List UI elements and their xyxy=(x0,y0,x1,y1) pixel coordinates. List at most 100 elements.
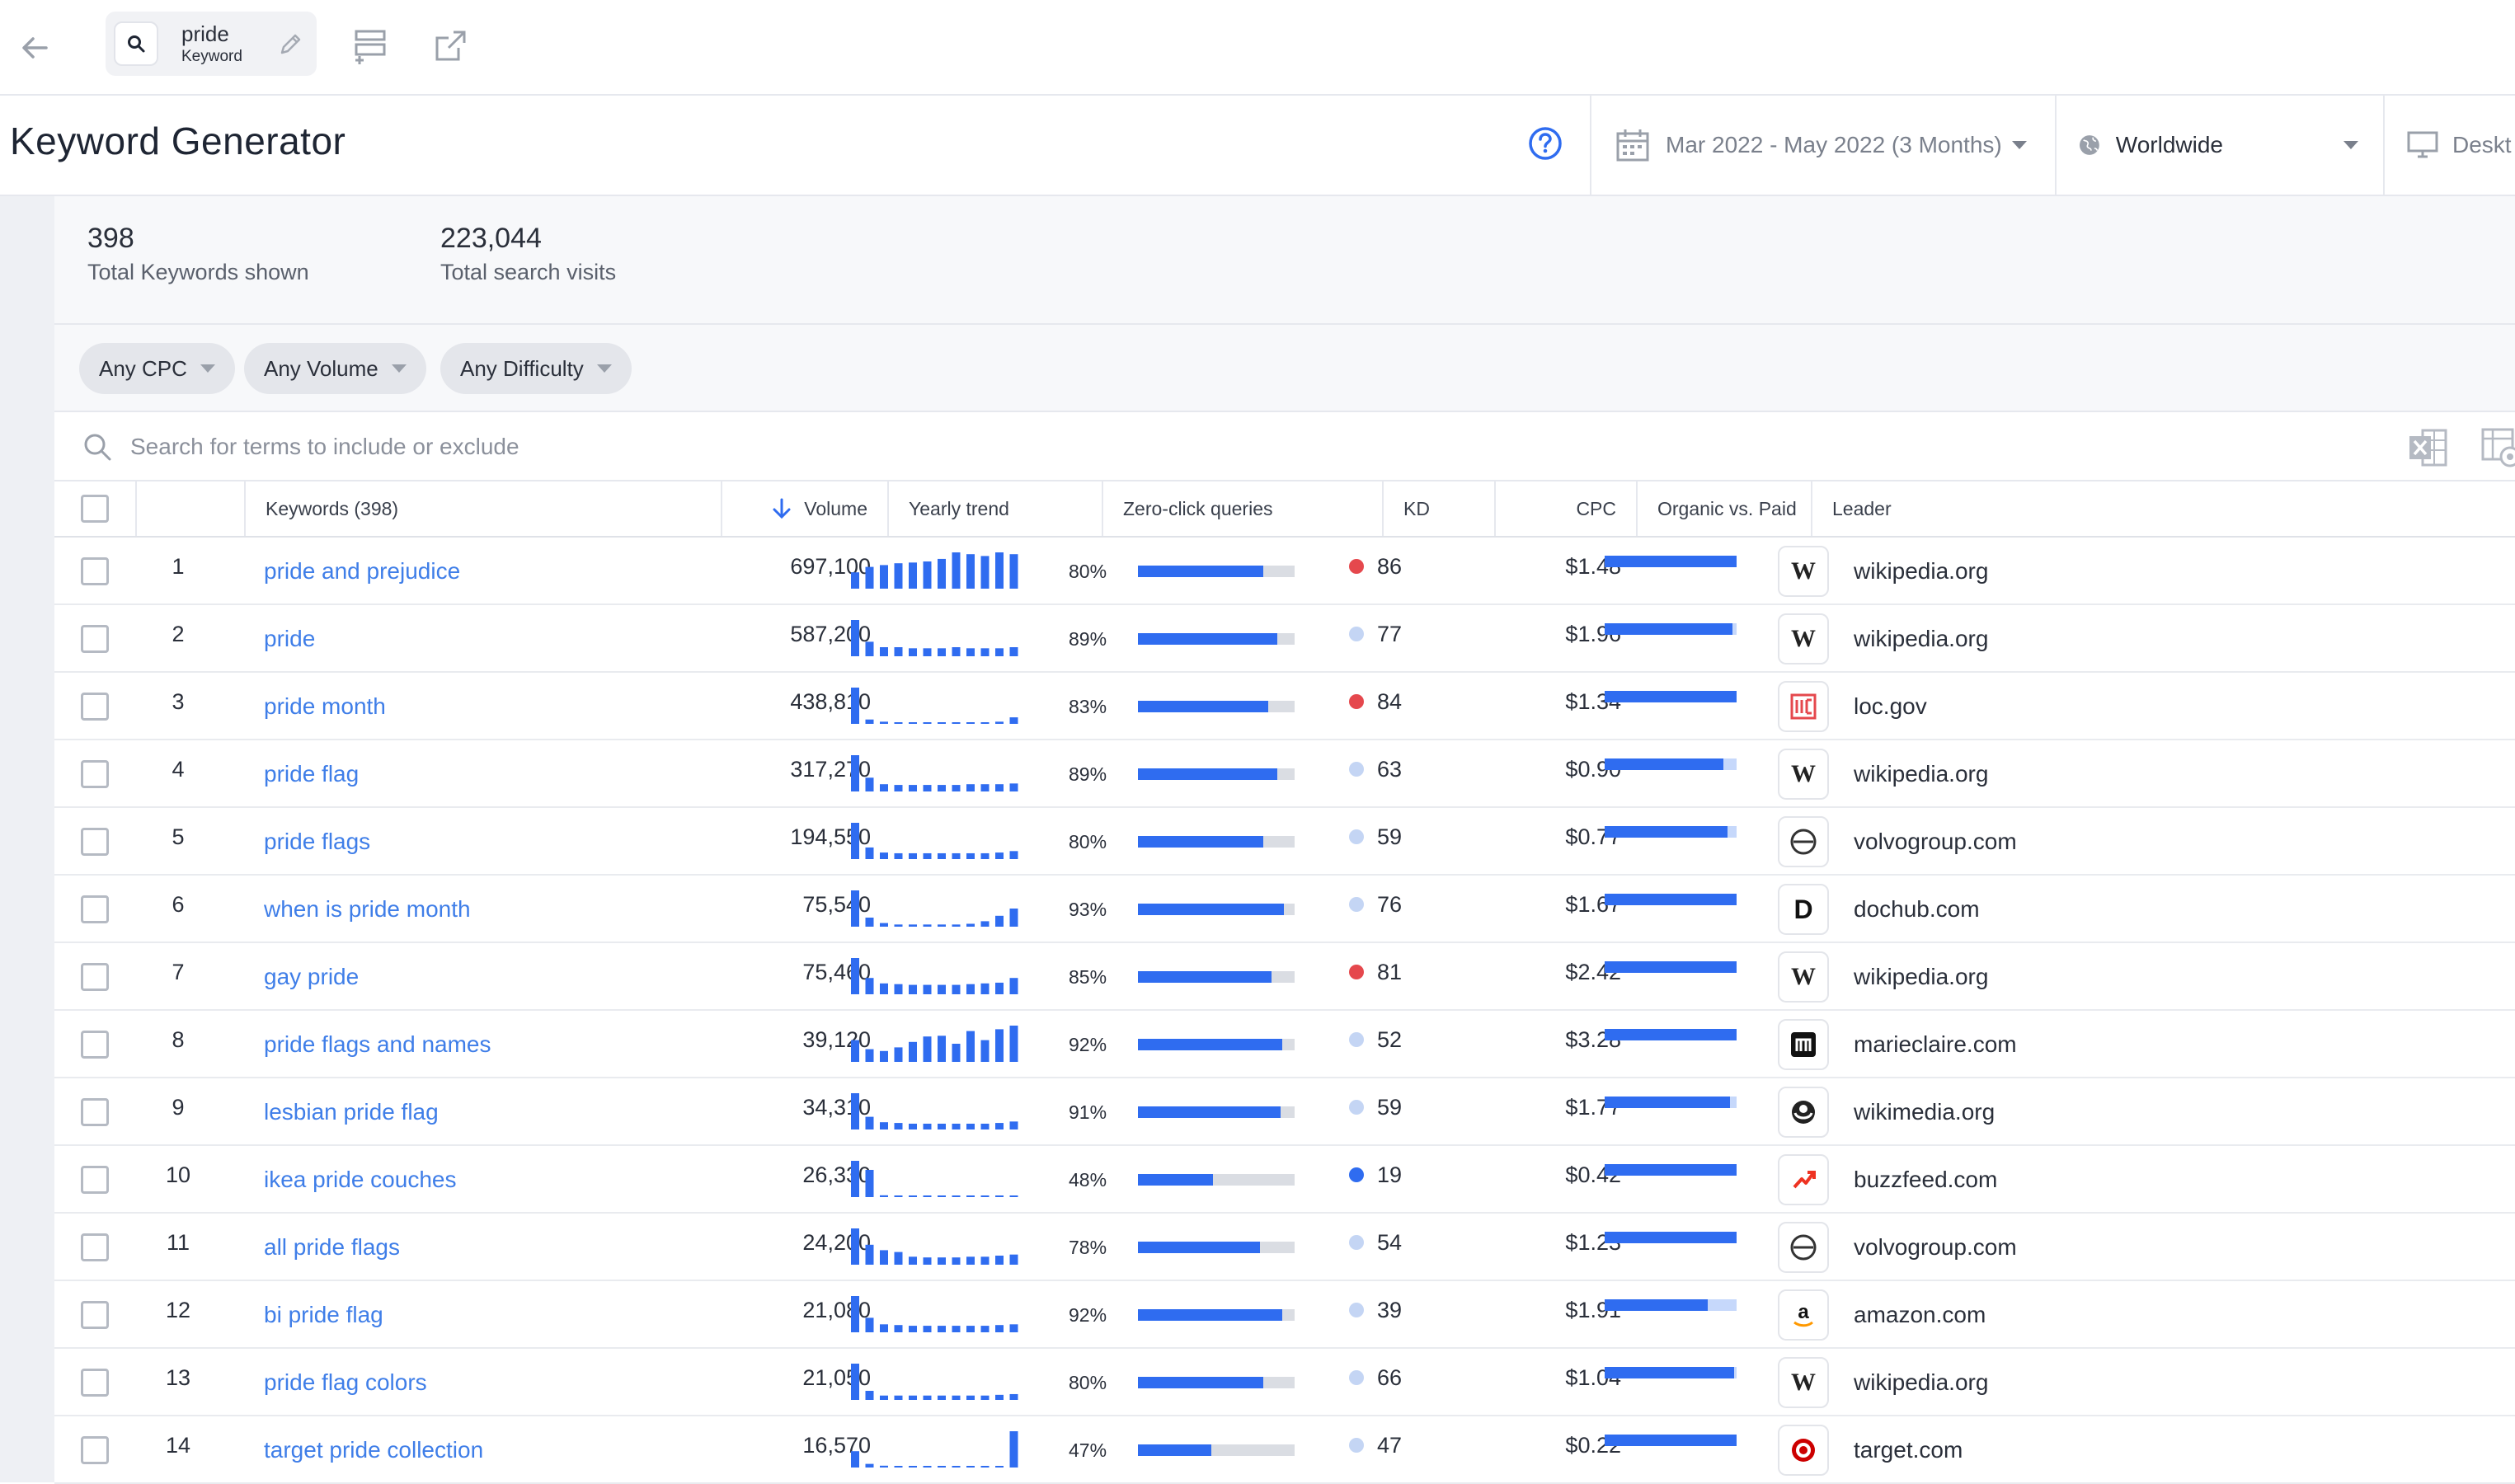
zero-click-cell: 92% xyxy=(1069,1281,1295,1349)
svg-text:a: a xyxy=(1798,1301,1809,1323)
row-checkbox[interactable] xyxy=(81,963,109,991)
wikipedia-logo: W xyxy=(1778,1357,1829,1408)
trend-bar xyxy=(923,1036,932,1062)
device-value: Deskt xyxy=(2452,132,2512,157)
trend-bar xyxy=(865,847,874,859)
row-checkbox[interactable] xyxy=(81,895,109,923)
trend-bar xyxy=(952,852,961,859)
keyword-link[interactable]: pride flags xyxy=(264,808,370,876)
row-checkbox[interactable] xyxy=(81,1166,109,1194)
table-row[interactable]: 11 all pride flags 24,200 78% 54 $1.23 v… xyxy=(54,1214,2515,1281)
table-row[interactable]: 8 pride flags and names 39,120 92% 52 $3… xyxy=(54,1011,2515,1078)
leader-cell[interactable]: volvogroup.com xyxy=(1778,1214,2017,1281)
table-row[interactable]: 5 pride flags 194,550 80% 59 $0.77 volvo… xyxy=(54,808,2515,876)
row-checkbox[interactable] xyxy=(81,828,109,856)
row-checkbox[interactable] xyxy=(81,625,109,653)
row-checkbox[interactable] xyxy=(81,1301,109,1329)
keyword-link[interactable]: pride flag xyxy=(264,740,359,808)
row-checkbox[interactable] xyxy=(81,1098,109,1126)
table-row[interactable]: 2 pride 587,200 89% 77 $1.96 W wikipedia… xyxy=(54,605,2515,673)
volume-filter-label: Any Volume xyxy=(264,355,378,381)
keyword-link[interactable]: pride flag colors xyxy=(264,1349,427,1416)
keyword-chip[interactable]: pride Keyword xyxy=(106,12,317,76)
table-row[interactable]: 1 pride and prejudice 697,100 80% 86 $1.… xyxy=(54,538,2515,605)
trend-bar xyxy=(938,1123,946,1129)
help-icon[interactable] xyxy=(1527,125,1563,162)
leader-cell[interactable]: target.com xyxy=(1778,1416,1963,1484)
excel-export-icon[interactable] xyxy=(2406,425,2451,470)
table-row[interactable]: 10 ikea pride couches 26,330 48% 19 $0.4… xyxy=(54,1146,2515,1214)
kd-value: 76 xyxy=(1377,891,1403,917)
device-selector[interactable]: Deskt xyxy=(2406,96,2515,195)
leader-domain: buzzfeed.com xyxy=(1854,1167,1998,1192)
keyword-link[interactable]: lesbian pride flag xyxy=(264,1078,439,1146)
table-row[interactable]: 9 lesbian pride flag 34,310 91% 59 $1.77… xyxy=(54,1078,2515,1146)
leader-cell[interactable]: W wikipedia.org xyxy=(1778,943,1988,1011)
keyword-link[interactable]: target pride collection xyxy=(264,1416,483,1484)
leader-cell[interactable]: a amazon.com xyxy=(1778,1281,1986,1349)
zero-click-bar xyxy=(1138,1377,1295,1388)
kd-column-header[interactable]: KD xyxy=(1384,481,1496,536)
table-row[interactable]: 6 when is pride month 75,540 93% 76 $1.6… xyxy=(54,876,2515,943)
kd-cell: 47 xyxy=(1349,1411,1402,1479)
keyword-link[interactable]: gay pride xyxy=(264,943,359,1011)
row-checkbox[interactable] xyxy=(81,1233,109,1261)
keyword-link[interactable]: pride and prejudice xyxy=(264,538,460,605)
table-row[interactable]: 4 pride flag 317,270 89% 63 $0.90 W wiki… xyxy=(54,740,2515,808)
trend-bar xyxy=(966,984,975,994)
keyword-link[interactable]: pride xyxy=(264,605,315,673)
pencil-icon[interactable] xyxy=(275,30,305,59)
leader-cell[interactable]: marieclaire.com xyxy=(1778,1011,2017,1078)
trend-column-header[interactable]: Yearly trend xyxy=(889,481,1103,536)
keyword-link[interactable]: pride month xyxy=(264,673,386,740)
volume-value: 438,810 xyxy=(790,688,871,714)
volume-column-header[interactable]: Volume xyxy=(722,481,889,536)
difficulty-filter[interactable]: Any Difficulty xyxy=(440,343,632,394)
leader-cell[interactable]: volvogroup.com xyxy=(1778,808,2017,876)
kd-indicator-dot xyxy=(1349,1100,1364,1115)
leader-cell[interactable]: W wikipedia.org xyxy=(1778,740,1988,808)
table-row[interactable]: 12 bi pride flag 21,080 92% 39 $1.91 a a… xyxy=(54,1281,2515,1349)
leader-cell[interactable]: W wikipedia.org xyxy=(1778,605,1988,673)
search-input[interactable] xyxy=(129,425,1448,468)
cpc-filter[interactable]: Any CPC xyxy=(79,343,235,394)
table-row[interactable]: 7 gay pride 75,460 85% 81 $2.42 W wikipe… xyxy=(54,943,2515,1011)
keyword-link[interactable]: ikea pride couches xyxy=(264,1146,456,1214)
table-row[interactable]: 14 target pride collection 16,570 47% 47… xyxy=(54,1416,2515,1484)
region-selector[interactable]: Worldwide xyxy=(2078,96,2358,195)
keyword-link[interactable]: all pride flags xyxy=(264,1214,400,1281)
open-external-icon[interactable] xyxy=(429,25,472,68)
leader-cell[interactable]: D dochub.com xyxy=(1778,876,1980,943)
row-checkbox[interactable] xyxy=(81,760,109,788)
date-range-selector[interactable]: Mar 2022 - May 2022 (3 Months) xyxy=(1615,96,2055,195)
keywords-column-header[interactable]: Keywords (398) xyxy=(246,481,722,536)
row-checkbox[interactable] xyxy=(81,693,109,721)
add-to-dashboard-icon[interactable] xyxy=(350,25,393,68)
select-all-checkbox[interactable] xyxy=(81,495,109,523)
row-checkbox[interactable] xyxy=(81,557,109,585)
keyword-link[interactable]: pride flags and names xyxy=(264,1011,491,1078)
leader-column-header[interactable]: Leader xyxy=(1812,481,2515,536)
filter-bar: Any CPC Any Volume Any Difficulty xyxy=(54,325,2515,412)
leader-cell[interactable]: W wikipedia.org xyxy=(1778,538,1988,605)
leader-cell[interactable]: buzzfeed.com xyxy=(1778,1146,1997,1214)
keyword-link[interactable]: bi pride flag xyxy=(264,1281,383,1349)
row-checkbox[interactable] xyxy=(81,1436,109,1464)
back-arrow-icon[interactable] xyxy=(12,25,58,71)
volume-filter[interactable]: Any Volume xyxy=(244,343,426,394)
keyword-link[interactable]: when is pride month xyxy=(264,876,471,943)
trend-bar xyxy=(909,924,917,927)
kd-value: 84 xyxy=(1377,688,1403,714)
organic-vs-paid-bar xyxy=(1605,1271,1737,1339)
trend-bar xyxy=(952,785,961,791)
table-row[interactable]: 3 pride month 438,810 83% 84 $1.34 loc.g… xyxy=(54,673,2515,740)
leader-cell[interactable]: wikimedia.org xyxy=(1778,1078,1995,1146)
kd-indicator-dot xyxy=(1349,1032,1364,1047)
leader-cell[interactable]: loc.gov xyxy=(1778,673,1927,740)
row-checkbox[interactable] xyxy=(81,1031,109,1059)
column-settings-icon[interactable] xyxy=(2479,425,2515,470)
leader-cell[interactable]: W wikipedia.org xyxy=(1778,1349,1988,1416)
table-row[interactable]: 13 pride flag colors 21,050 80% 66 $1.04… xyxy=(54,1349,2515,1416)
zero-click-column-header[interactable]: Zero-click queries xyxy=(1103,481,1384,536)
row-checkbox[interactable] xyxy=(81,1369,109,1397)
